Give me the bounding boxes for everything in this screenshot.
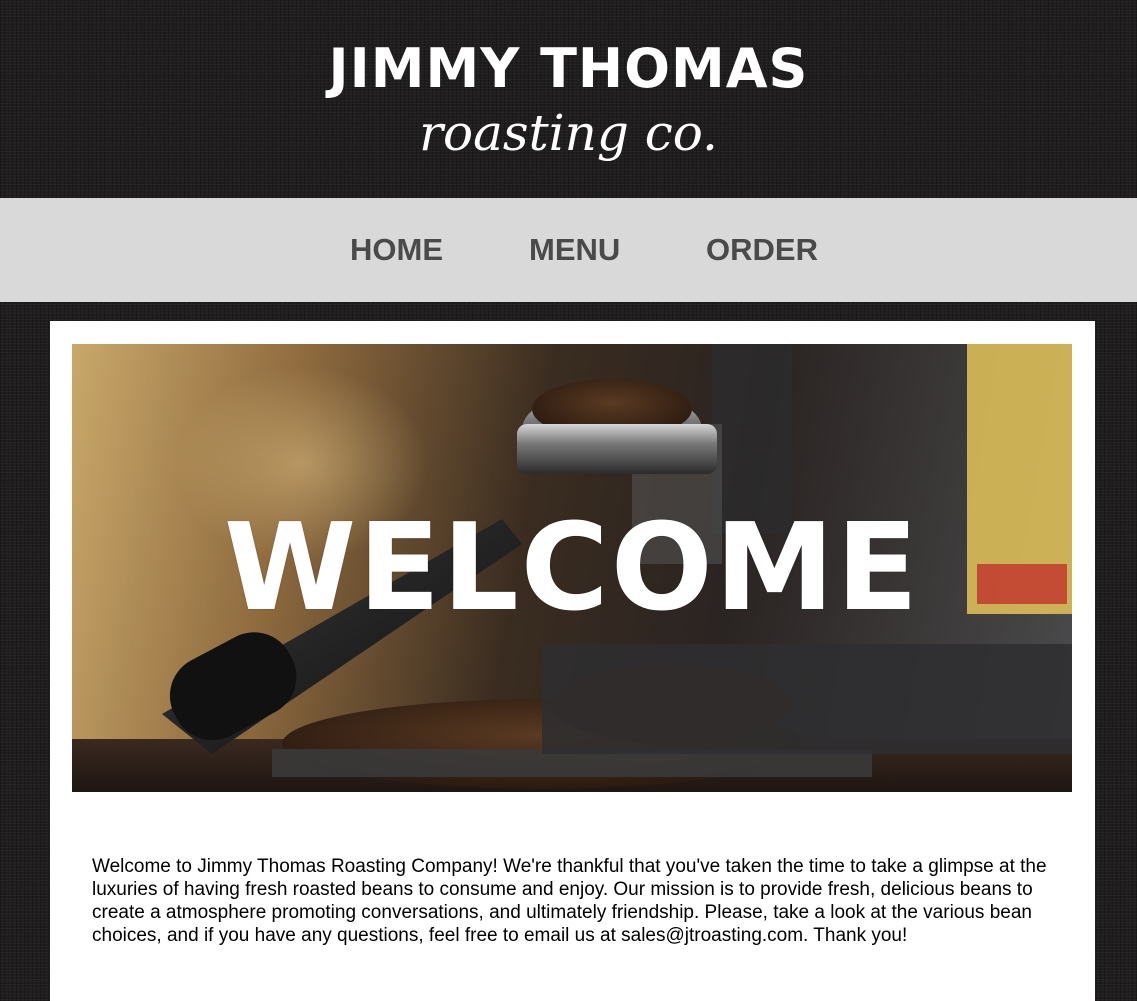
brand-tagline: roasting co. [419,104,718,162]
intro-paragraph: Welcome to Jimmy Thomas Roasting Company… [92,856,1047,946]
nav-menu-link[interactable]: MENU [529,230,620,270]
hero-banner: WELCOME [72,344,1072,792]
content-panel: WELCOME Welcome to Jimmy Thomas Roasting… [50,321,1095,1001]
hero-welcome-text: WELCOME [223,498,921,638]
main-nav: HOME MENU ORDER [0,198,1137,302]
brand-name: JIMMY THOMAS [328,37,809,100]
nav-home-link[interactable]: HOME [350,230,443,270]
site-header: JIMMY THOMAS roasting co. [0,0,1137,198]
nav-order-link[interactable]: ORDER [706,230,818,270]
